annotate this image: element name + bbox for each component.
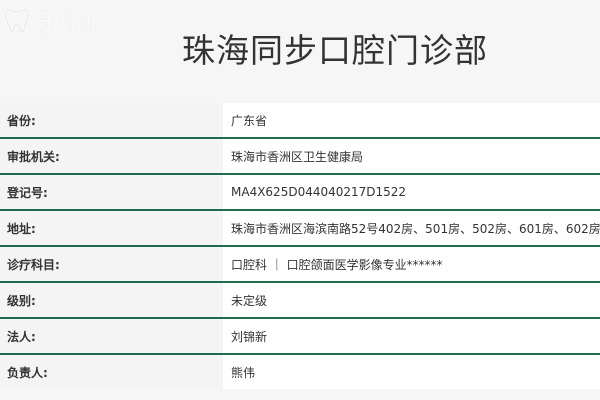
page-title: 珠海同步口腔门诊部 xyxy=(182,31,488,70)
row-value: 珠海市香洲区卫生健康局 xyxy=(223,139,600,173)
row-value: 熊伟 xyxy=(223,355,600,389)
row-value: MA4X625D044040217D1522 xyxy=(223,175,600,209)
table-row-approval-authority: 审批机关: 珠海市香洲区卫生健康局 xyxy=(0,139,600,175)
table-row-address: 地址: 珠海市香洲区海滨南路52号402房、501房、502房、601房、602… xyxy=(0,211,600,247)
table-row-level: 级别: 未定级 xyxy=(0,283,600,319)
row-label: 级别: xyxy=(0,283,223,317)
row-value: 未定级 xyxy=(223,283,600,317)
row-label: 审批机关: xyxy=(0,139,223,173)
table-row-person-in-charge: 负责人: 熊伟 xyxy=(0,355,600,389)
table-row-province: 省份: 广东省 xyxy=(0,103,600,139)
row-value: 刘锦新 xyxy=(223,319,600,353)
clinic-info-table: 省份: 广东省 审批机关: 珠海市香洲区卫生健康局 登记号: MA4X625D0… xyxy=(0,103,600,389)
row-value: 广东省 xyxy=(223,103,600,137)
table-row-legal-person: 法人: 刘锦新 xyxy=(0,319,600,355)
page-header: 珠海同步口腔门诊部 xyxy=(0,0,600,100)
row-value: 珠海市香洲区海滨南路52号402房、501房、502房、601房、602房 xyxy=(223,211,600,245)
row-value: 口腔科 ｜ 口腔颌面医学影像专业****** xyxy=(223,247,600,281)
row-label: 负责人: xyxy=(0,355,223,389)
row-label: 地址: xyxy=(0,211,223,245)
row-label: 法人: xyxy=(0,319,223,353)
row-label: 省份: xyxy=(0,103,223,137)
table-row-registration-number: 登记号: MA4X625D044040217D1522 xyxy=(0,175,600,211)
row-label: 诊疗科目: xyxy=(0,247,223,281)
table-row-departments: 诊疗科目: 口腔科 ｜ 口腔颌面医学影像专业****** xyxy=(0,247,600,283)
row-label: 登记号: xyxy=(0,175,223,209)
